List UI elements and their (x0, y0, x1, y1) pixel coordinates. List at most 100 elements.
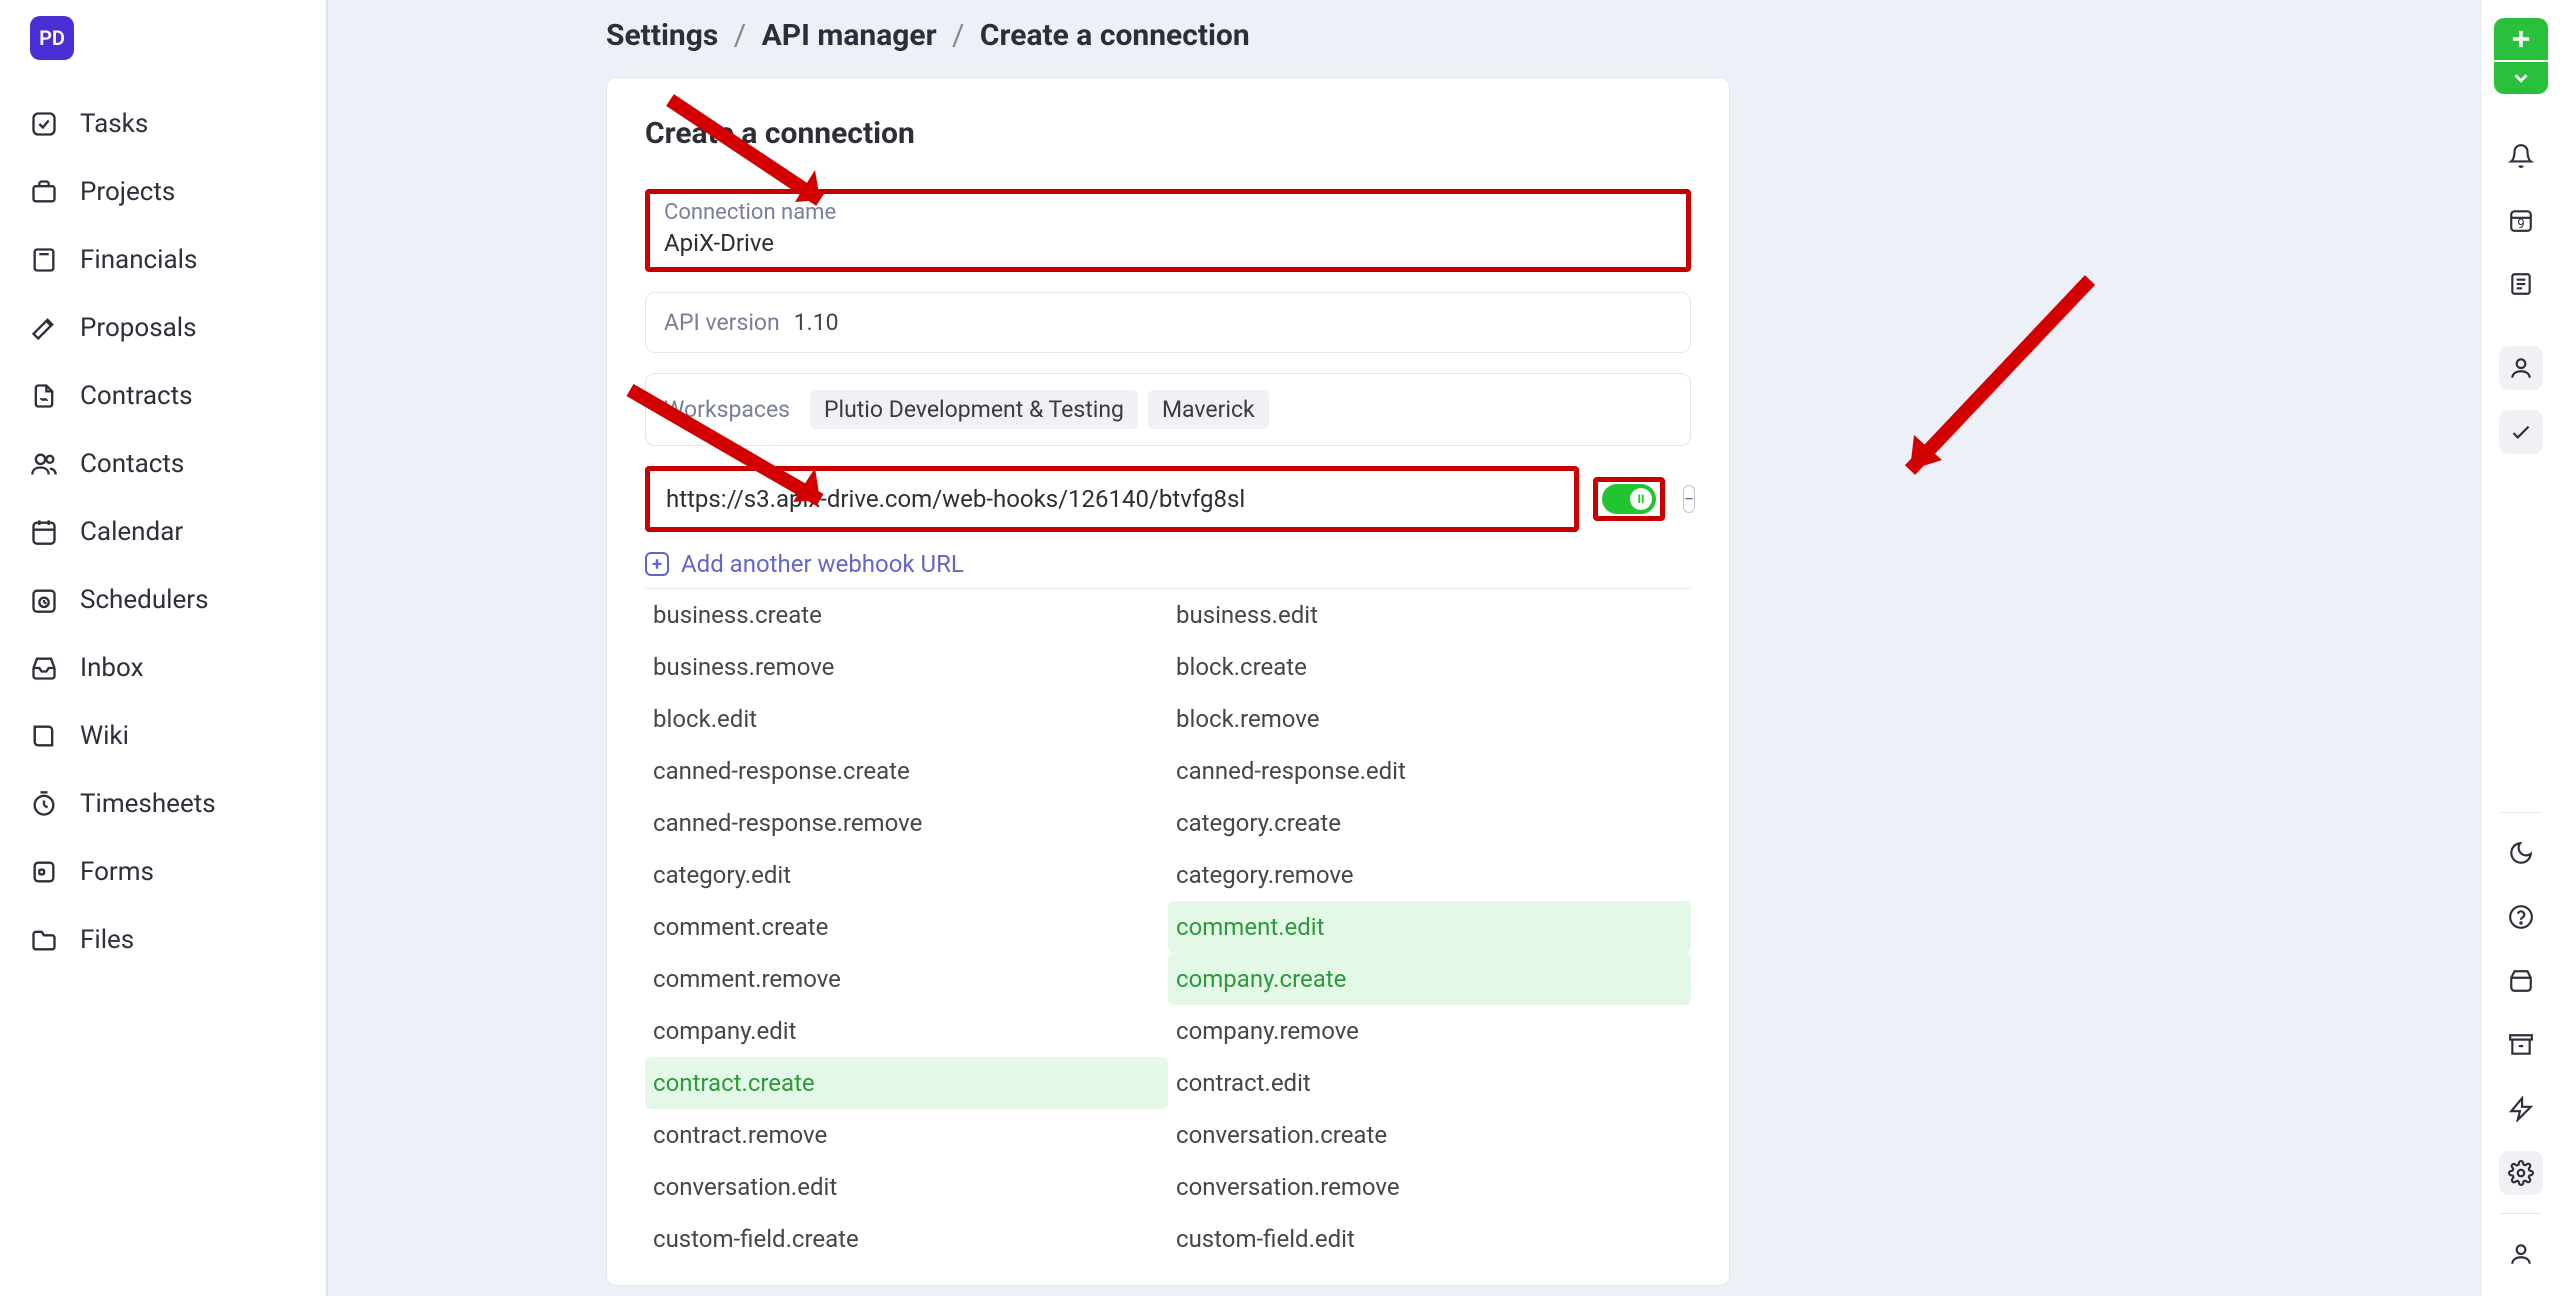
nav-label: Schedulers (80, 585, 209, 615)
inbox-icon (30, 654, 58, 682)
nav-label: Files (80, 925, 134, 955)
file-sign-icon (30, 382, 58, 410)
clock-cal-icon (30, 586, 58, 614)
workspace-chip[interactable]: Plutio Development & Testing (810, 390, 1138, 429)
event-option[interactable]: conversation.remove (1168, 1161, 1691, 1213)
event-option[interactable]: block.remove (1168, 693, 1691, 745)
event-option[interactable]: canned-response.edit (1168, 745, 1691, 797)
webhook-enable-toggle[interactable]: II (1602, 484, 1656, 514)
nav-label: Tasks (80, 109, 148, 139)
event-option[interactable]: custom-field.edit (1168, 1213, 1691, 1265)
breadcrumb-sep: / (734, 18, 746, 53)
workspaces-field[interactable]: Workspaces Plutio Development & Testing M… (645, 373, 1691, 446)
event-option[interactable]: conversation.edit (645, 1161, 1168, 1213)
api-version-value: 1.10 (794, 309, 839, 336)
event-option[interactable]: canned-response.create (645, 745, 1168, 797)
sidebar-item-proposals[interactable]: Proposals (0, 294, 326, 362)
sidebar-item-calendar[interactable]: Calendar (0, 498, 326, 566)
event-option[interactable]: business.remove (645, 641, 1168, 693)
event-option[interactable]: category.remove (1168, 849, 1691, 901)
remove-webhook-button[interactable]: − (1683, 485, 1695, 513)
book-icon (30, 722, 58, 750)
calendar-day: 9 (2517, 217, 2524, 232)
api-version-field[interactable]: API version 1.10 (645, 292, 1691, 353)
dark-mode-icon[interactable] (2499, 831, 2543, 875)
event-option[interactable]: contract.create (645, 1057, 1168, 1109)
webhook-url-input[interactable]: https://s3.apix-drive.com/web-hooks/1261… (645, 466, 1579, 532)
event-option[interactable]: custom-field.create (645, 1213, 1168, 1265)
event-option[interactable]: contract.edit (1168, 1057, 1691, 1109)
event-option[interactable]: conversation.create (1168, 1109, 1691, 1161)
briefcase-icon (30, 178, 58, 206)
nav-label: Contracts (80, 381, 193, 411)
nav-label: Calendar (80, 517, 183, 547)
event-option[interactable]: block.edit (645, 693, 1168, 745)
sidebar-item-inbox[interactable]: Inbox (0, 634, 326, 702)
sidebar-item-contacts[interactable]: Contacts (0, 430, 326, 498)
add-webhook-text: Add another webhook URL (681, 550, 964, 578)
api-version-label: API version (664, 309, 780, 336)
create-new-button[interactable] (2494, 18, 2548, 60)
workspace-chip[interactable]: Maverick (1148, 390, 1269, 429)
add-webhook-link[interactable]: + Add another webhook URL (645, 550, 1691, 578)
lightning-icon[interactable] (2499, 1087, 2543, 1131)
create-new-dropdown[interactable] (2494, 62, 2548, 94)
settings-icon[interactable] (2499, 1151, 2543, 1195)
sidebar-item-forms[interactable]: Forms (0, 838, 326, 906)
breadcrumb-api-manager[interactable]: API manager (762, 18, 937, 53)
workspace-logo[interactable]: PD (30, 16, 74, 60)
event-option[interactable]: business.create (645, 589, 1168, 641)
card-heading: Create a connection (645, 116, 1691, 151)
connection-name-field[interactable]: Connection name ApiX-Drive (645, 189, 1691, 272)
event-option[interactable]: business.edit (1168, 589, 1691, 641)
calendar-icon (30, 518, 58, 546)
sidebar-item-files[interactable]: Files (0, 906, 326, 974)
sidebar-item-schedulers[interactable]: Schedulers (0, 566, 326, 634)
event-option[interactable]: block.create (1168, 641, 1691, 693)
nav-label: Proposals (80, 313, 197, 343)
send-icon[interactable] (2499, 410, 2543, 454)
nav-label: Contacts (80, 449, 184, 479)
sidebar-item-tasks[interactable]: Tasks (0, 90, 326, 158)
calculator-icon (30, 246, 58, 274)
timer-icon (30, 790, 58, 818)
connection-name-value: ApiX-Drive (664, 229, 1672, 257)
breadcrumb-settings[interactable]: Settings (606, 18, 718, 53)
profile-icon[interactable] (2499, 346, 2543, 390)
nav-label: Wiki (80, 721, 129, 751)
account-switcher-icon[interactable] (2499, 1232, 2543, 1276)
notes-icon[interactable] (2499, 262, 2543, 306)
event-option[interactable]: category.create (1168, 797, 1691, 849)
check-square-icon (30, 110, 58, 138)
breadcrumb-sep: / (952, 18, 964, 53)
sidebar-item-timesheets[interactable]: Timesheets (0, 770, 326, 838)
calendar-icon[interactable]: 9 (2499, 198, 2543, 242)
event-option[interactable]: company.create (1168, 953, 1691, 1005)
archive-icon[interactable] (2499, 1023, 2543, 1067)
event-option[interactable]: comment.remove (645, 953, 1168, 1005)
event-option[interactable]: canned-response.remove (645, 797, 1168, 849)
event-option[interactable]: category.edit (645, 849, 1168, 901)
connection-name-label: Connection name (664, 200, 1672, 225)
folder-icon (30, 926, 58, 954)
sidebar-item-wiki[interactable]: Wiki (0, 702, 326, 770)
event-option[interactable]: company.edit (645, 1005, 1168, 1057)
storage-icon[interactable] (2499, 959, 2543, 1003)
sidebar-item-contracts[interactable]: Contracts (0, 362, 326, 430)
nav-label: Projects (80, 177, 175, 207)
nav-label: Financials (80, 245, 197, 275)
notifications-icon[interactable] (2499, 134, 2543, 178)
sidebar-item-projects[interactable]: Projects (0, 158, 326, 226)
users-icon (30, 450, 58, 478)
create-connection-card: Create a connection Connection name ApiX… (606, 77, 1730, 1286)
event-option[interactable]: company.remove (1168, 1005, 1691, 1057)
help-icon[interactable] (2499, 895, 2543, 939)
sidebar-item-financials[interactable]: Financials (0, 226, 326, 294)
main-content: Settings / API manager / Create a connec… (326, 0, 2482, 1296)
events-list: business.createbusiness.editbusiness.rem… (645, 588, 1691, 1265)
event-option[interactable]: comment.edit (1168, 901, 1691, 953)
workspaces-label: Workspaces (664, 396, 790, 423)
event-option[interactable]: contract.remove (645, 1109, 1168, 1161)
event-option[interactable]: comment.create (645, 901, 1168, 953)
breadcrumb: Settings / API manager / Create a connec… (326, 0, 2482, 77)
